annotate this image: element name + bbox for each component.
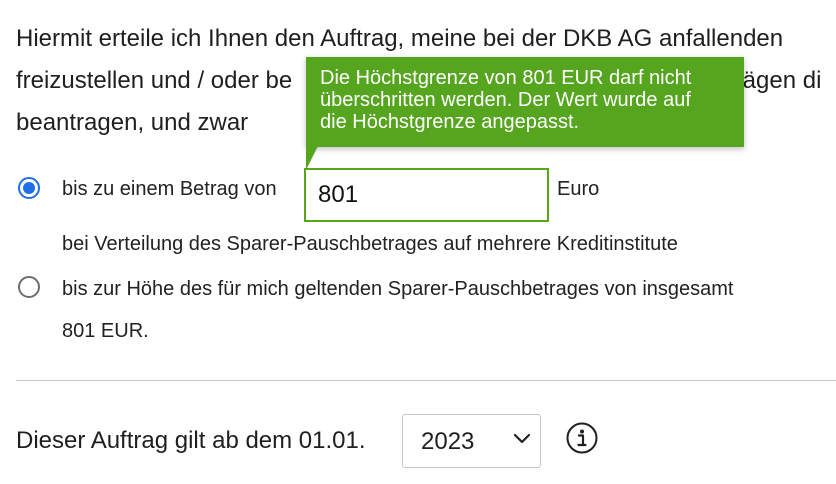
year-select-value: 2023 <box>421 428 475 455</box>
validity-label: Dieser Auftrag gilt ab dem 01.01. <box>16 427 366 454</box>
intro-line-1: Hiermit erteile ich Ihnen den Auftrag, m… <box>16 25 784 52</box>
amount-input[interactable] <box>304 168 549 222</box>
radio-full-option[interactable] <box>18 276 40 298</box>
tooltip-line-2: überschritten werden. Der Wert wurde auf <box>320 89 691 111</box>
intro-line-2-start: freizustellen und / oder be <box>16 67 293 94</box>
amount-unit-label: Euro <box>557 178 600 200</box>
tooltip-line-3: die Höchstgrenze angepasst. <box>320 111 580 133</box>
info-icon[interactable] <box>566 422 598 454</box>
year-select[interactable]: 2023 <box>402 414 541 468</box>
full-option-label-line-1: bis zur Höhe des für mich geltenden Spar… <box>62 278 734 300</box>
section-divider <box>16 380 836 381</box>
full-option-label-line-2: 801 EUR. <box>62 320 149 342</box>
validation-tooltip: Die Höchstgrenze von 801 EUR darf nicht … <box>306 57 744 147</box>
chevron-down-icon <box>513 433 531 444</box>
radio-amount-option[interactable] <box>18 177 40 199</box>
amount-option-label: bis zu einem Betrag von <box>62 178 277 200</box>
tooltip-line-1: Die Höchstgrenze von 801 EUR darf nicht <box>320 67 692 89</box>
amount-option-sublabel: bei Verteilung des Sparer-Pauschbetrages… <box>62 233 678 255</box>
tooltip-arrow <box>306 146 318 170</box>
